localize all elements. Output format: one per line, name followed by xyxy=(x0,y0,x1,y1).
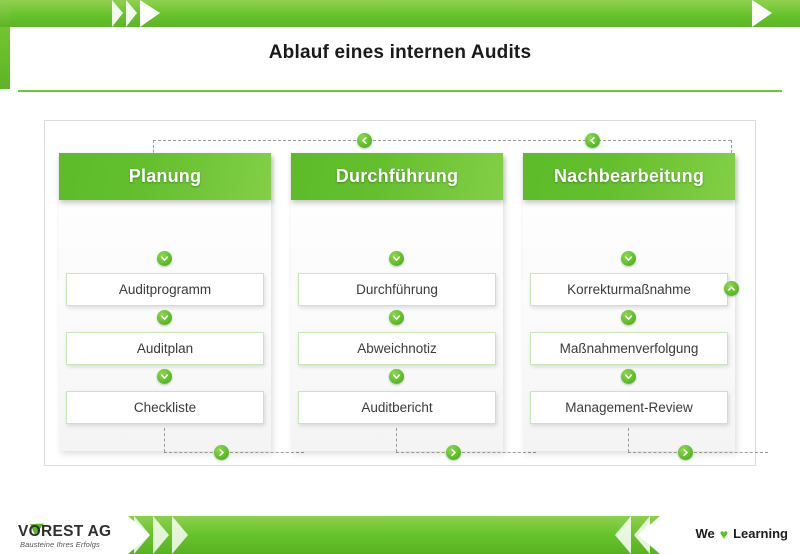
footer-slogan-plate-tip xyxy=(638,516,660,554)
diagram-panel: Planung Auditprogramm Auditplan Checklis… xyxy=(44,120,768,466)
phase-header-label: Durchführung xyxy=(335,166,459,186)
exit-line-vertical xyxy=(396,428,397,452)
process-step-label: Checkliste xyxy=(133,400,197,415)
chevron-down-circle-icon xyxy=(389,369,404,384)
chevron-down-circle-icon xyxy=(389,251,404,266)
process-step[interactable]: Abweichnotiz xyxy=(298,332,496,365)
logo-tagline: Bausteine Ihres Erfolgs xyxy=(20,540,100,549)
chevron-right-icon xyxy=(112,0,123,27)
phase-header-planung: Planung xyxy=(59,153,271,200)
chevron-right-icon xyxy=(172,516,188,554)
exit-line-vertical xyxy=(164,428,165,452)
chevron-down-circle-icon xyxy=(157,369,172,384)
phase-column-durchfuehrung[interactable]: Durchführung Durchführung Abweichnotiz A… xyxy=(291,153,536,460)
chevron-left-circle-icon xyxy=(585,133,600,148)
logo-name: VOREST AG xyxy=(18,523,112,540)
chevron-down-circle-icon xyxy=(621,369,636,384)
chevron-right-circle-icon xyxy=(678,445,693,460)
process-step[interactable]: Auditplan xyxy=(66,332,264,365)
process-step[interactable]: Auditbericht xyxy=(298,391,496,424)
phase-header-label: Nachbearbeitung xyxy=(553,166,705,186)
top-bar-left-notch xyxy=(0,0,10,27)
process-step[interactable]: Korrekturmaßnahme xyxy=(530,273,728,306)
chevron-left-icon xyxy=(615,516,631,554)
process-step-label: Auditplan xyxy=(136,341,194,356)
process-step[interactable]: Maßnahmenverfolgung xyxy=(530,332,728,365)
process-step-label: Abweichnotiz xyxy=(357,341,437,356)
chevron-right-icon xyxy=(126,0,137,27)
phase-header-durchfuehrung: Durchführung xyxy=(291,153,503,200)
heart-icon: ♥ xyxy=(719,525,729,542)
process-step-label: Durchführung xyxy=(356,282,438,297)
process-step-label: Auditbericht xyxy=(361,400,433,415)
chevron-down-circle-icon xyxy=(621,310,636,325)
phase-header-label: Planung xyxy=(128,166,202,186)
footer-bar: VOREST AG Bausteine Ihres Erfolgs We ♥ L… xyxy=(0,516,800,554)
phase-header-nachbearbeitung: Nachbearbeitung xyxy=(523,153,735,200)
loop-top-line xyxy=(153,140,731,141)
process-step[interactable]: Durchführung xyxy=(298,273,496,306)
footer-logo-plate-tip xyxy=(128,516,150,554)
chevron-down-circle-icon xyxy=(621,251,636,266)
chevron-up-circle-icon xyxy=(724,281,739,296)
process-step-label: Maßnahmenverfolgung xyxy=(559,341,699,356)
exit-line-horizontal xyxy=(164,452,304,453)
exit-line-vertical xyxy=(628,428,629,452)
process-step-label: Korrekturmaßnahme xyxy=(567,282,691,297)
exit-line-horizontal xyxy=(396,452,536,453)
top-bar-chevron-group-right xyxy=(752,0,772,27)
slide-root: Ablauf eines internen Audits Planung Aud… xyxy=(0,0,800,554)
chevron-right-icon xyxy=(752,0,772,27)
page-title: Ablauf eines internen Audits xyxy=(268,42,532,63)
phase-column-planung[interactable]: Planung Auditprogramm Auditplan Checklis… xyxy=(59,153,304,460)
vorest-ag-logo[interactable]: VOREST AG Bausteine Ihres Erfolgs xyxy=(18,518,122,550)
footer-slogan: We ♥ Learning xyxy=(696,526,788,541)
process-step[interactable]: Management-Review xyxy=(530,391,728,424)
top-bar-chevron-group-left xyxy=(112,0,160,27)
chevron-down-circle-icon xyxy=(389,310,404,325)
process-step[interactable]: Auditprogramm xyxy=(66,273,264,306)
phase-column-nachbearbeitung[interactable]: Nachbearbeitung Korrekturmaßnahme Maßnah… xyxy=(523,153,768,460)
chevron-right-circle-icon xyxy=(446,445,461,460)
slogan-learning: Learning xyxy=(733,526,788,541)
top-decorative-bar xyxy=(0,0,800,27)
process-step-label: Management-Review xyxy=(565,400,693,415)
chevron-right-icon xyxy=(153,516,169,554)
exit-line-horizontal xyxy=(628,452,768,453)
process-step[interactable]: Checkliste xyxy=(66,391,264,424)
slogan-we: We xyxy=(695,526,715,541)
chevron-left-circle-icon xyxy=(357,133,372,148)
chevron-down-circle-icon xyxy=(157,310,172,325)
chevron-down-circle-icon xyxy=(157,251,172,266)
process-step-label: Auditprogramm xyxy=(118,282,212,297)
chevron-right-circle-icon xyxy=(214,445,229,460)
chevron-right-icon xyxy=(140,0,160,27)
title-underline xyxy=(18,90,782,92)
